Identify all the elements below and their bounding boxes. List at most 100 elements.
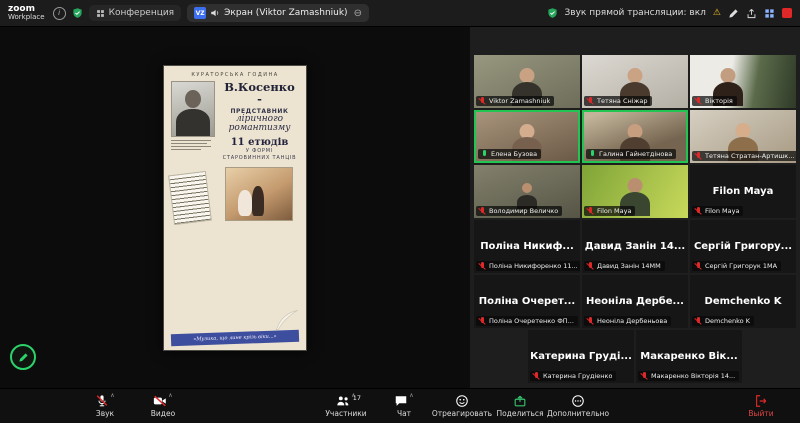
- mic-status-icon: [695, 152, 702, 160]
- gallery-grid-icon: [96, 9, 105, 18]
- video-button[interactable]: ∧ Видео: [134, 394, 192, 418]
- participant-name-label: Viktor Zamashniuk: [476, 96, 554, 106]
- warning-icon[interactable]: ⚠: [713, 8, 721, 18]
- top-bar: zoom Workplace i Конференция VZ Экран (V…: [0, 0, 800, 27]
- edit-pencil-icon[interactable]: [728, 8, 739, 19]
- participant-name-text: Макаренко Вікторія 14...: [651, 372, 735, 380]
- participants-button[interactable]: 17 ∧ Участники: [317, 394, 375, 418]
- poster-etudes: 11 етюдів: [231, 137, 289, 148]
- poster-artwork: [171, 165, 299, 330]
- stream-shield-icon: [547, 7, 558, 19]
- participant-name-label: Галина Гайнетдінова: [586, 149, 676, 159]
- participant-name-text: Галина Гайнетдінова: [599, 150, 672, 158]
- participant-name-label: Filon Maya: [692, 206, 743, 216]
- chevron-up-icon[interactable]: ∧: [110, 393, 114, 399]
- participant-name-text: Filon Maya: [597, 207, 631, 215]
- share-up-icon[interactable]: [746, 8, 757, 19]
- participant-name-text: Давид Занін 14ММ: [597, 262, 661, 270]
- leave-button[interactable]: Выйти: [732, 394, 790, 418]
- topbar-right-controls: Звук прямой трансляции: вкл ⚠: [547, 7, 792, 19]
- mic-status-icon: [695, 207, 702, 215]
- participant-name-label: Тетяна Сніжар: [584, 96, 652, 106]
- participant-name-text: Сергій Григорук 1МА: [705, 262, 777, 270]
- sheet-music-image: [168, 171, 212, 225]
- participant-tile[interactable]: Поліна Очерет... Поліна Очеретенко ФП...: [474, 275, 580, 328]
- chat-icon: [394, 394, 408, 408]
- participant-tile[interactable]: Макаренко Вік... Макаренко Вікторія 14..…: [636, 330, 742, 383]
- participant-tile[interactable]: Filon Maya Filon Maya: [690, 165, 796, 218]
- react-button[interactable]: Отреагировать: [433, 394, 491, 418]
- layout-grid-icon[interactable]: [764, 8, 775, 19]
- mic-status-icon: [641, 372, 648, 380]
- participant-tile[interactable]: Сергій Григору... Сергій Григорук 1МА: [690, 220, 796, 273]
- chat-button[interactable]: ∧ Чат: [375, 394, 433, 418]
- participant-tile[interactable]: Demchenko K Demchenko K: [690, 275, 796, 328]
- participant-name-text: Катерина Грудіенко: [543, 372, 612, 380]
- participant-tile[interactable]: Тетяна Сніжар: [582, 55, 688, 108]
- participant-tile[interactable]: Viktor Zamashniuk: [474, 55, 580, 108]
- meeting-main-area: КУРАТОРСЬКА ГОДИНА В.Косенко - ПРЕДСТАВН…: [0, 27, 800, 388]
- participant-tile[interactable]: Вікторія: [690, 55, 796, 108]
- shared-screen-area: КУРАТОРСЬКА ГОДИНА В.Косенко - ПРЕДСТАВН…: [0, 27, 470, 388]
- share-screen-button[interactable]: Поделиться: [491, 394, 549, 418]
- participant-tile[interactable]: Тетяна Стратан-Артишкова: [690, 110, 796, 163]
- speaker-icon: [210, 8, 220, 18]
- participant-name-text: Demchenko K: [705, 317, 750, 325]
- participant-tile[interactable]: Давид Занін 14... Давид Занін 14ММ: [582, 220, 688, 273]
- participant-name-text: Тетяна Стратан-Артишкова: [705, 152, 796, 160]
- mic-status-icon: [589, 150, 596, 158]
- participant-tile[interactable]: Filon Maya: [582, 165, 688, 218]
- mic-status-icon: [695, 262, 702, 270]
- participant-name-label: Вікторія: [692, 96, 737, 106]
- participant-tile[interactable]: Володимир Величко: [474, 165, 580, 218]
- avatar: VZ: [194, 7, 206, 19]
- participant-name-text: Viktor Zamashniuk: [489, 97, 550, 105]
- chevron-up-icon[interactable]: ∧: [409, 393, 413, 399]
- audio-button[interactable]: ∧ Звук: [76, 394, 134, 418]
- participant-name-text: Тетяна Сніжар: [597, 97, 648, 105]
- participant-name-label: Макаренко Вікторія 14...: [638, 371, 739, 381]
- mic-status-icon: [479, 207, 486, 215]
- leave-icon: [754, 394, 768, 408]
- mic-muted-icon: [95, 394, 109, 408]
- participant-name-text: Filon Maya: [705, 207, 739, 215]
- participant-name-label: Поліна Очеретенко ФП...: [476, 316, 578, 326]
- zoom-window: zoom Workplace i Конференция VZ Экран (V…: [0, 0, 800, 423]
- participant-name-label: Filon Maya: [584, 206, 635, 216]
- participant-name-text: Поліна Никифоренко 11...: [489, 262, 578, 270]
- tab-conference[interactable]: Конференция: [89, 5, 182, 21]
- participant-name-label: Тетяна Стратан-Артишкова: [692, 151, 796, 161]
- mic-status-icon: [481, 150, 488, 158]
- participant-name-label: Сергій Григорук 1МА: [692, 261, 781, 271]
- annotate-button[interactable]: [10, 344, 36, 370]
- info-icon[interactable]: i: [53, 7, 66, 20]
- participant-tile[interactable]: Неоніла Дербе... Неоніла Дербеньова: [582, 275, 688, 328]
- kosenko-portrait: [171, 81, 215, 137]
- poster-small-text: [171, 140, 215, 150]
- tab-screen-share-label: Экран (Viktor Zamashniuk): [224, 8, 347, 18]
- chevron-up-icon[interactable]: ∧: [168, 393, 172, 399]
- poster-quote: «Музика, що лине крізь віки...»: [171, 329, 299, 345]
- record-stop-icon[interactable]: [782, 8, 792, 18]
- more-button[interactable]: Дополнительно: [549, 394, 607, 418]
- poster-header: КУРАТОРСЬКА ГОДИНА: [171, 72, 299, 78]
- participant-name-text: Неоніла Дербеньова: [597, 317, 667, 325]
- mic-status-icon: [587, 207, 594, 215]
- tab-screen-share[interactable]: VZ Экран (Viktor Zamashniuk) ⊖: [187, 4, 369, 22]
- meeting-toolbar: ∧ Звук ∧ Видео 17: [0, 388, 800, 423]
- participant-tile[interactable]: Поліна Никиф... Поліна Никифоренко 11...: [474, 220, 580, 273]
- participant-tile[interactable]: Елена Бузова: [474, 110, 580, 163]
- participant-tile[interactable]: Галина Гайнетдінова: [582, 110, 688, 163]
- mic-status-icon: [587, 262, 594, 270]
- participants-count-badge: 17: [353, 394, 361, 402]
- mic-status-icon: [479, 97, 486, 105]
- participant-name-text: Поліна Очеретенко ФП...: [489, 317, 574, 325]
- security-shield-icon[interactable]: [72, 7, 83, 19]
- mic-status-icon: [479, 317, 486, 325]
- participant-name-label: Неоніла Дербеньова: [584, 316, 671, 326]
- participant-tile[interactable]: Катерина Груді... Катерина Грудіенко: [528, 330, 634, 383]
- minimize-icon[interactable]: ⊖: [354, 8, 362, 19]
- annotate-pencil-icon: [18, 352, 29, 363]
- mic-status-icon: [587, 317, 594, 325]
- poster-form-line1: У ФОРМІ: [246, 148, 273, 155]
